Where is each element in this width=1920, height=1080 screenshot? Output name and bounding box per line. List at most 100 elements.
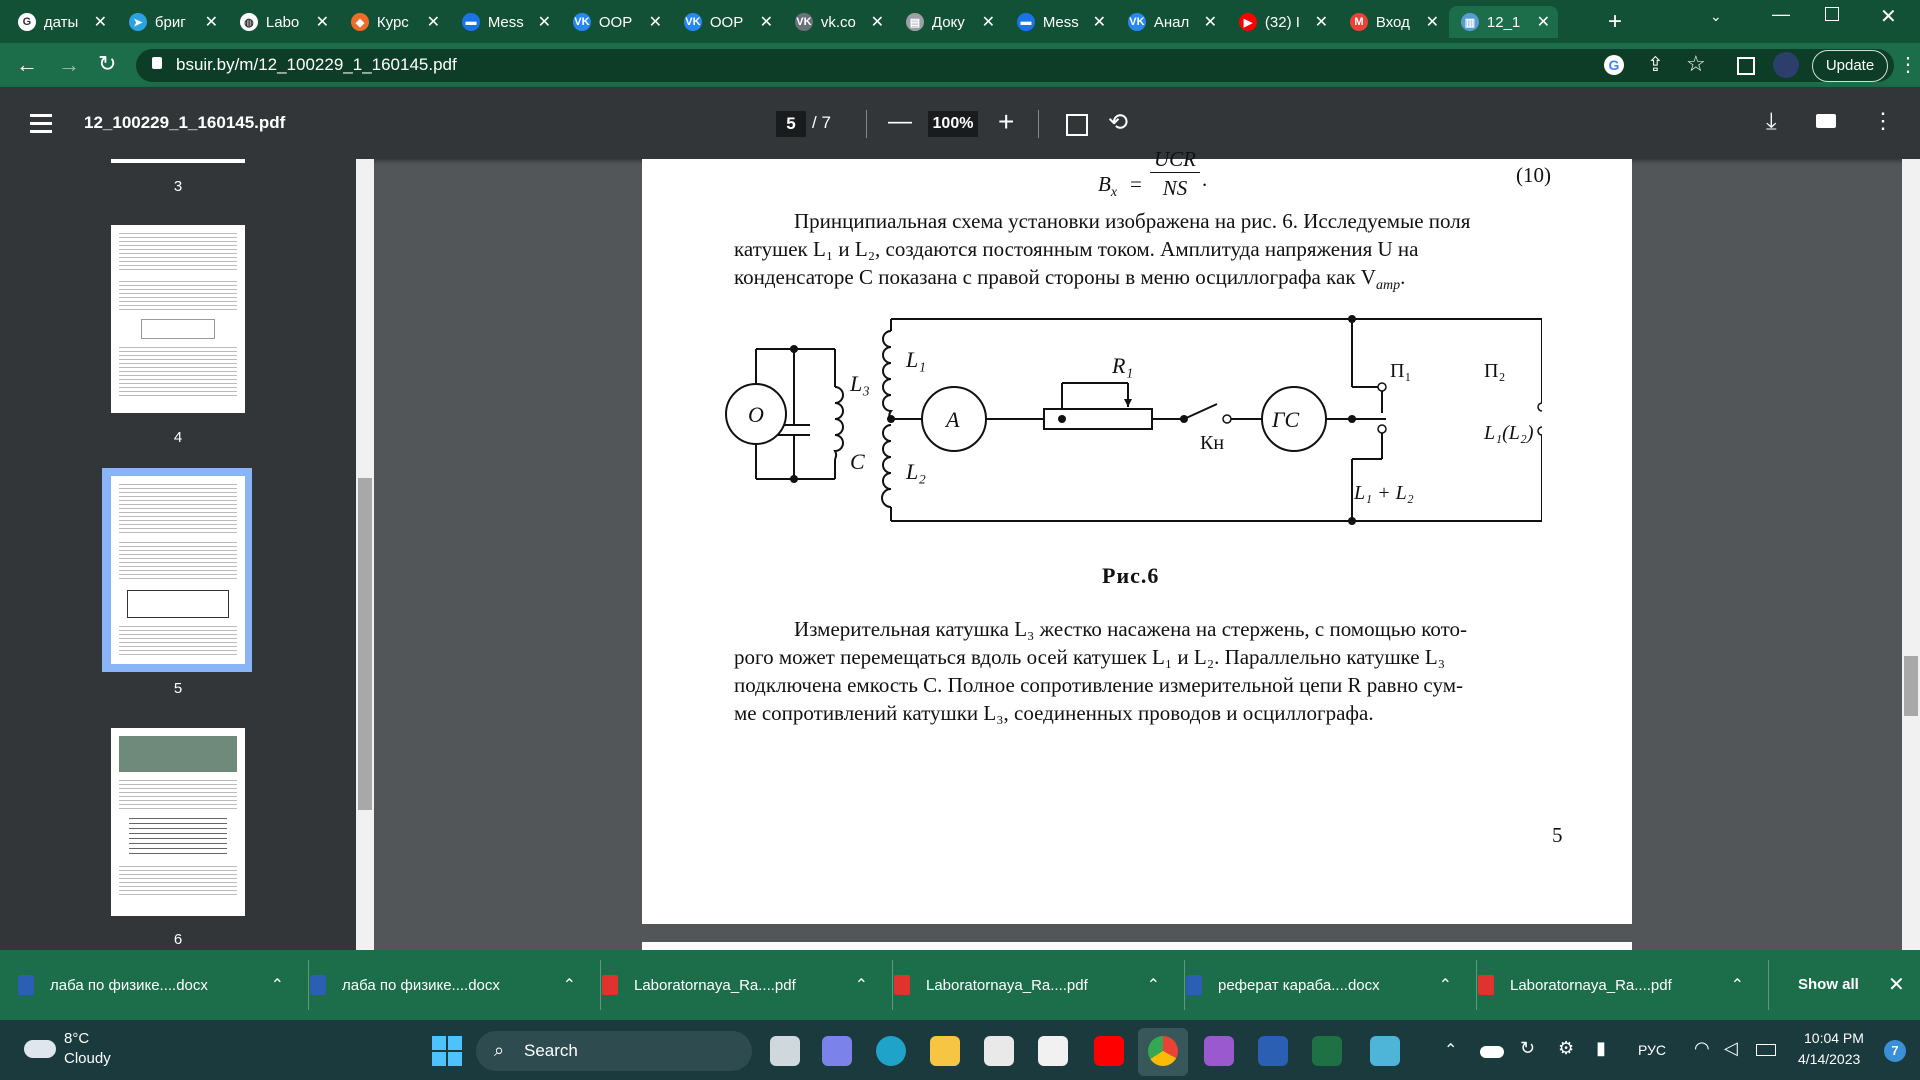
sidebar-scroll-thumb[interactable] xyxy=(358,478,372,810)
download-item[interactable]: лаба по физике....docx ⌃ xyxy=(18,950,298,1020)
chat-icon[interactable] xyxy=(822,1036,852,1066)
excel-icon[interactable] xyxy=(1312,1036,1342,1066)
sidepanel-icon[interactable] xyxy=(1737,57,1755,75)
close-downloads-icon[interactable]: ✕ xyxy=(1888,972,1905,997)
battery-icon[interactable] xyxy=(1756,1044,1776,1056)
back-icon[interactable]: ← xyxy=(16,52,38,78)
audio-meter-icon[interactable]: ▮ xyxy=(1596,1038,1606,1059)
new-tab-button[interactable]: + xyxy=(1600,7,1630,37)
chevron-up-icon[interactable]: ⌃ xyxy=(855,975,868,995)
download-item[interactable]: Laboratornaya_Ra....pdf ⌃ xyxy=(1478,950,1758,1020)
tab[interactable]: ◍ Labo ✕ xyxy=(228,6,337,38)
youtube-icon[interactable] xyxy=(1094,1036,1124,1066)
tab-close-icon[interactable]: ✕ xyxy=(316,12,329,32)
tab-close-icon[interactable]: ✕ xyxy=(982,12,995,32)
print-icon[interactable] xyxy=(1816,114,1836,128)
tab[interactable]: ◆ Курс ✕ xyxy=(339,6,448,38)
volume-icon[interactable]: ◁ xyxy=(1724,1038,1738,1059)
notification-badge[interactable]: 7 xyxy=(1884,1040,1906,1062)
taskbar-search[interactable] xyxy=(476,1031,752,1071)
clock-date[interactable]: 4/14/2023 xyxy=(1798,1051,1860,1067)
tab-close-icon[interactable]: ✕ xyxy=(94,12,107,32)
download-item[interactable]: Laboratornaya_Ra....pdf ⌃ xyxy=(894,950,1174,1020)
weather-temp[interactable]: 8°C xyxy=(64,1030,89,1047)
main-scroll-thumb[interactable] xyxy=(1904,656,1918,716)
tab[interactable]: ▶ (32) I ✕ xyxy=(1227,6,1336,38)
tab-close-icon[interactable]: ✕ xyxy=(649,12,662,32)
zoom-out-button[interactable]: — xyxy=(888,108,912,136)
tab-close-icon[interactable]: ✕ xyxy=(427,12,440,32)
weather-text[interactable]: Cloudy xyxy=(64,1050,111,1067)
show-all-button[interactable]: Show all xyxy=(1798,976,1859,993)
avatar[interactable] xyxy=(1773,52,1799,78)
tab-close-icon[interactable]: ✕ xyxy=(1426,12,1439,32)
tab[interactable]: ▬ Mess ✕ xyxy=(1005,6,1114,38)
url-text[interactable]: bsuir.by/m/12_100229_1_160145.pdf xyxy=(176,55,457,75)
sync-icon[interactable]: ↻ xyxy=(1520,1038,1535,1059)
download-item[interactable]: лаба по физике....docx ⌃ xyxy=(310,950,590,1020)
zoom-input[interactable]: 100% xyxy=(928,111,978,137)
update-button[interactable]: Update xyxy=(1812,50,1888,82)
tab-close-icon[interactable]: ✕ xyxy=(1315,12,1328,32)
start-button[interactable] xyxy=(432,1036,462,1066)
forward-icon[interactable]: → xyxy=(58,52,80,78)
page-number-input[interactable]: 5 xyxy=(776,111,806,137)
bookmark-star-icon[interactable]: ☆ xyxy=(1686,51,1706,77)
settings-tray-icon[interactable]: ⚙ xyxy=(1558,1038,1574,1059)
tab-close-icon[interactable]: ✕ xyxy=(538,12,551,32)
reload-icon[interactable]: ↻ xyxy=(98,51,116,77)
chrome-menu-icon[interactable]: ⋮ xyxy=(1898,52,1918,77)
chevron-up-icon[interactable]: ⌃ xyxy=(563,975,576,995)
tab[interactable]: M Вход ✕ xyxy=(1338,6,1447,38)
tab-search-icon[interactable]: ⌄ xyxy=(1710,8,1722,25)
hamburger-menu-icon[interactable] xyxy=(30,114,52,133)
tab[interactable]: VK vk.co ✕ xyxy=(783,6,892,38)
main-scrollbar[interactable] xyxy=(1902,159,1920,950)
thumbnail-page-5[interactable] xyxy=(111,476,245,664)
word-icon[interactable] xyxy=(1258,1036,1288,1066)
notepad-icon[interactable] xyxy=(1370,1036,1400,1066)
tab[interactable]: ➤ бриг ✕ xyxy=(117,6,226,38)
tab-close-icon[interactable]: ✕ xyxy=(1093,12,1106,32)
store-icon[interactable] xyxy=(984,1036,1014,1066)
tab[interactable]: VK ООР ✕ xyxy=(672,6,781,38)
restore-button[interactable] xyxy=(1825,7,1839,21)
chevron-up-icon[interactable]: ⌃ xyxy=(271,975,284,995)
explorer-icon[interactable] xyxy=(930,1036,960,1066)
tab-close-icon[interactable]: ✕ xyxy=(760,12,773,32)
edge-icon[interactable] xyxy=(876,1036,906,1066)
thumbnail-page-6[interactable] xyxy=(111,728,245,916)
tab[interactable]: VK Анал ✕ xyxy=(1116,6,1225,38)
fit-page-icon[interactable] xyxy=(1066,114,1088,136)
tab-close-icon[interactable]: ✕ xyxy=(1204,12,1217,32)
more-options-icon[interactable]: ⋮ xyxy=(1872,108,1894,134)
visual-studio-icon[interactable] xyxy=(1204,1036,1234,1066)
tab-close-icon[interactable]: ✕ xyxy=(871,12,884,32)
tab[interactable]: ▤ Доку ✕ xyxy=(894,6,1003,38)
clock-time[interactable]: 10:04 PM xyxy=(1804,1030,1864,1046)
rotate-icon[interactable]: ⟲ xyxy=(1108,108,1128,137)
tray-chevron-icon[interactable]: ⌃ xyxy=(1444,1040,1457,1060)
minimize-button[interactable]: — xyxy=(1772,4,1790,25)
google-icon[interactable]: G xyxy=(1604,55,1624,75)
tab[interactable]: ▥ 12_1 ✕ xyxy=(1449,6,1558,38)
share-icon[interactable]: ⇪ xyxy=(1647,52,1664,77)
chevron-up-icon[interactable]: ⌃ xyxy=(1439,975,1452,995)
app-icon[interactable] xyxy=(1038,1036,1068,1066)
zoom-in-button[interactable]: + xyxy=(998,106,1014,138)
download-item[interactable]: Laboratornaya_Ra....pdf ⌃ xyxy=(602,950,882,1020)
wifi-icon[interactable]: ◠ xyxy=(1694,1038,1710,1059)
chevron-up-icon[interactable]: ⌃ xyxy=(1731,975,1744,995)
language-indicator[interactable]: РУС xyxy=(1638,1042,1666,1058)
tab[interactable]: ▬ Mess ✕ xyxy=(450,6,559,38)
task-view-icon[interactable] xyxy=(770,1036,800,1066)
tab[interactable]: VK ООР ✕ xyxy=(561,6,670,38)
thumbnail-page-4[interactable] xyxy=(111,225,245,413)
chrome-icon[interactable] xyxy=(1148,1036,1178,1066)
thumbnail-page-3[interactable] xyxy=(111,159,245,163)
close-window-button[interactable]: ✕ xyxy=(1880,4,1897,29)
onedrive-icon[interactable] xyxy=(1480,1046,1504,1058)
tab-close-icon[interactable]: ✕ xyxy=(1537,12,1550,32)
chevron-up-icon[interactable]: ⌃ xyxy=(1147,975,1160,995)
download-item[interactable]: реферат караба....docx ⌃ xyxy=(1186,950,1466,1020)
